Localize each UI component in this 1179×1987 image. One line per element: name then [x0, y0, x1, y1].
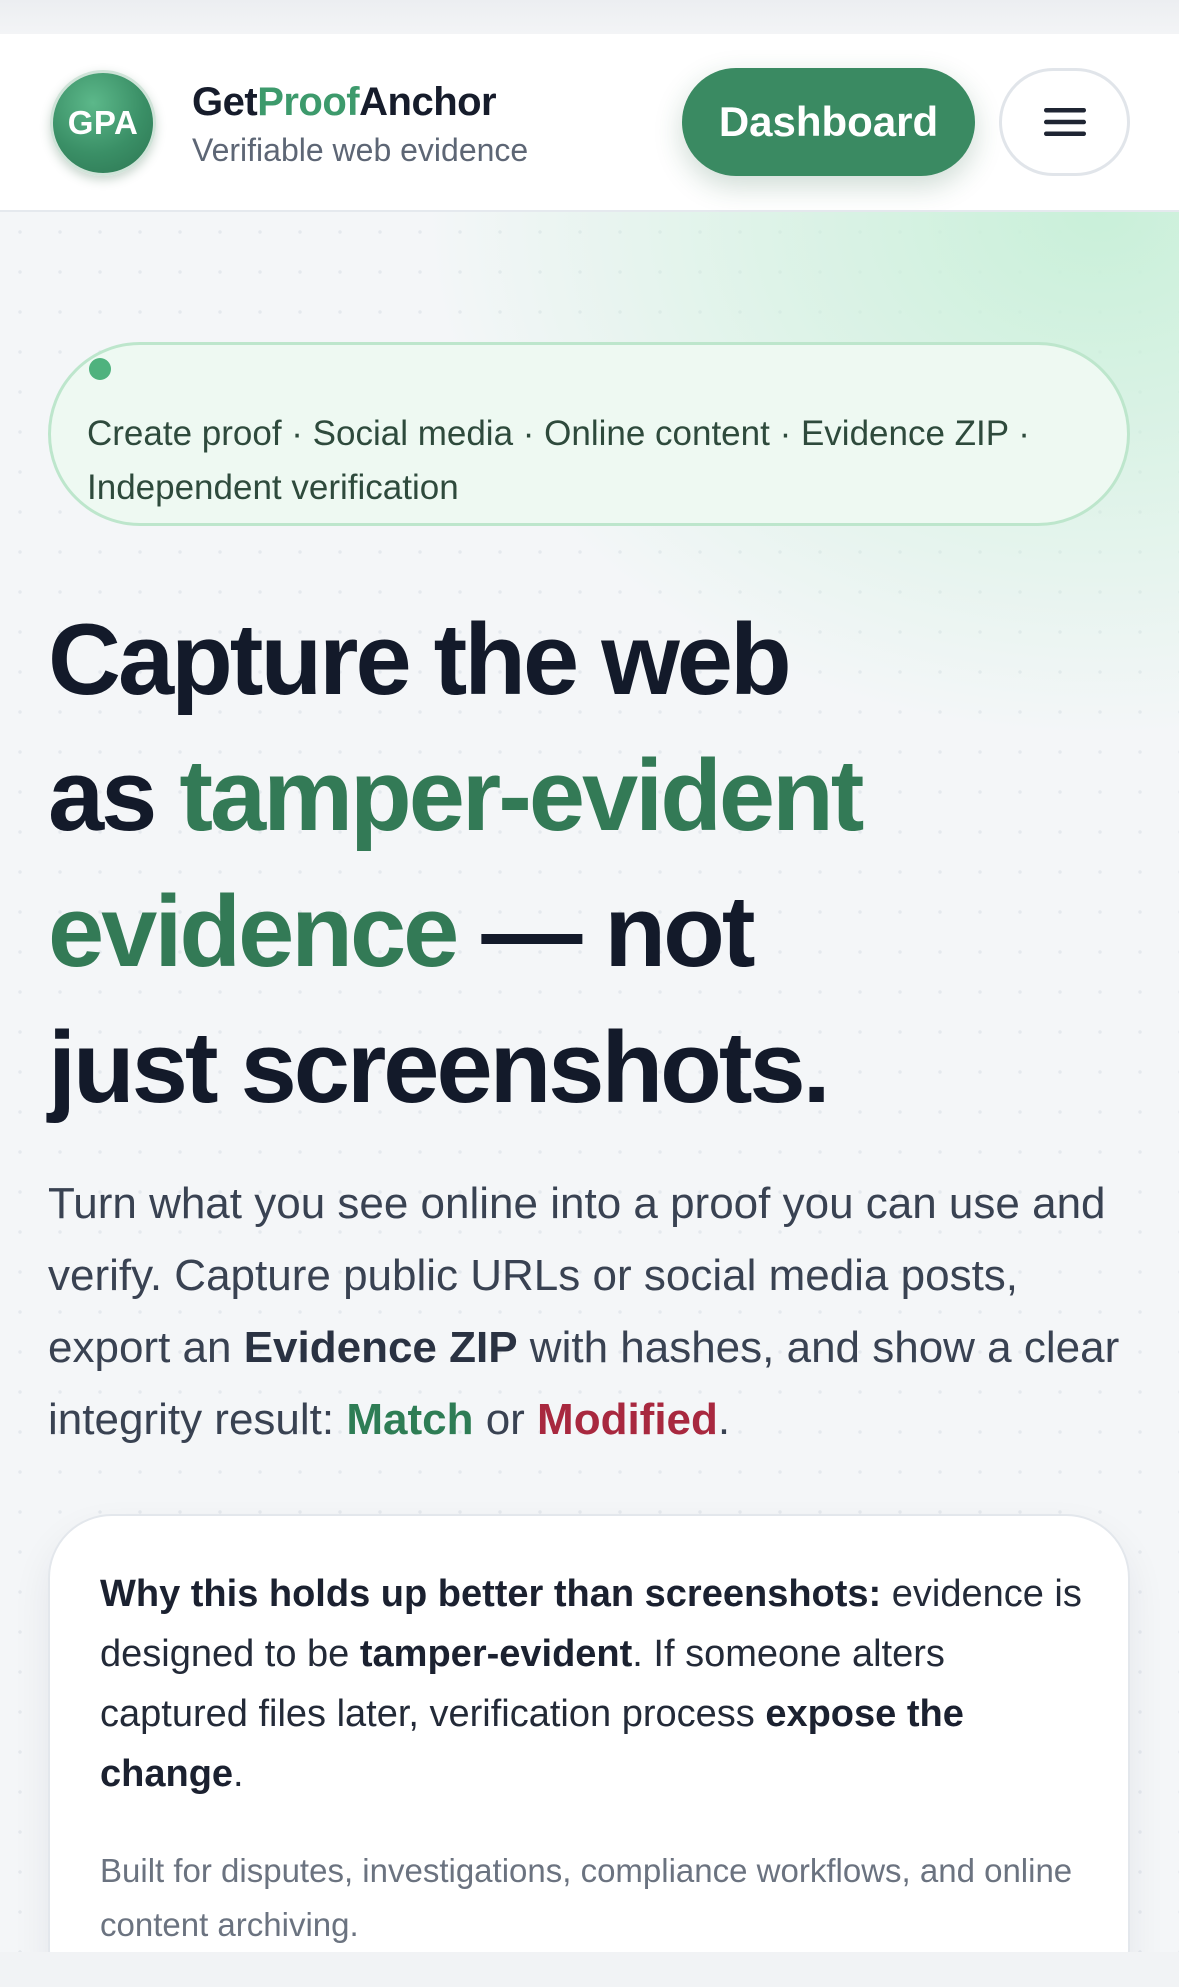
site-header: GPA GetProofAnchor Verifiable web eviden…: [0, 34, 1179, 212]
why-card-text-3: .: [233, 1753, 244, 1795]
headline-line-4: just screenshots.: [48, 1012, 831, 1124]
match-label: Match: [346, 1395, 474, 1444]
brand-tagline: Verifiable web evidence: [192, 132, 529, 168]
why-card-subtext: Built for disputes, investigations, comp…: [100, 1852, 1073, 1943]
brand-suffix: Anchor: [359, 80, 497, 124]
modified-label: Modified: [537, 1395, 718, 1444]
headline-line-2a: as: [48, 740, 180, 852]
headline-highlight-1: tamper-evident: [179, 740, 864, 852]
headline-line-3b: — not: [456, 876, 755, 988]
bottom-bar-area: [0, 1952, 1179, 1987]
why-card-lead: Why this holds up better than screenshot…: [100, 1573, 882, 1615]
status-bar-area: [0, 0, 1179, 34]
why-card-text: Why this holds up better than screenshot…: [100, 1564, 1090, 1804]
logo-badge[interactable]: GPA: [50, 70, 156, 176]
headline-highlight-2: evidence: [48, 876, 459, 988]
hero-headline: Capture the web as tamper-evident eviden…: [48, 592, 1148, 1136]
hero-intro: Turn what you see online into a proof yo…: [48, 1168, 1148, 1456]
feature-pill-text: Create proof · Social media · Online con…: [87, 414, 1030, 507]
headline-line-1: Capture the web: [48, 604, 792, 716]
intro-or: or: [473, 1395, 538, 1444]
status-dot-icon: [89, 358, 111, 380]
feature-pill: Create proof · Social media · Online con…: [48, 342, 1130, 526]
hero-section: Create proof · Social media · Online con…: [0, 212, 1179, 1987]
logo-text: GPA: [67, 104, 139, 141]
menu-button[interactable]: [999, 68, 1130, 176]
brand-prefix: Get: [192, 80, 258, 124]
intro-bold-evidence-zip: Evidence ZIP: [243, 1323, 518, 1372]
why-card: Why this holds up better than screenshot…: [48, 1514, 1130, 1987]
intro-end: .: [717, 1395, 731, 1444]
brand-name[interactable]: GetProofAnchor: [192, 80, 497, 125]
why-card-bold-tamper: tamper-evident: [359, 1633, 633, 1675]
dashboard-button[interactable]: Dashboard: [682, 68, 975, 176]
hamburger-menu-icon: [1043, 108, 1086, 136]
brand-accent: Proof: [257, 80, 360, 124]
